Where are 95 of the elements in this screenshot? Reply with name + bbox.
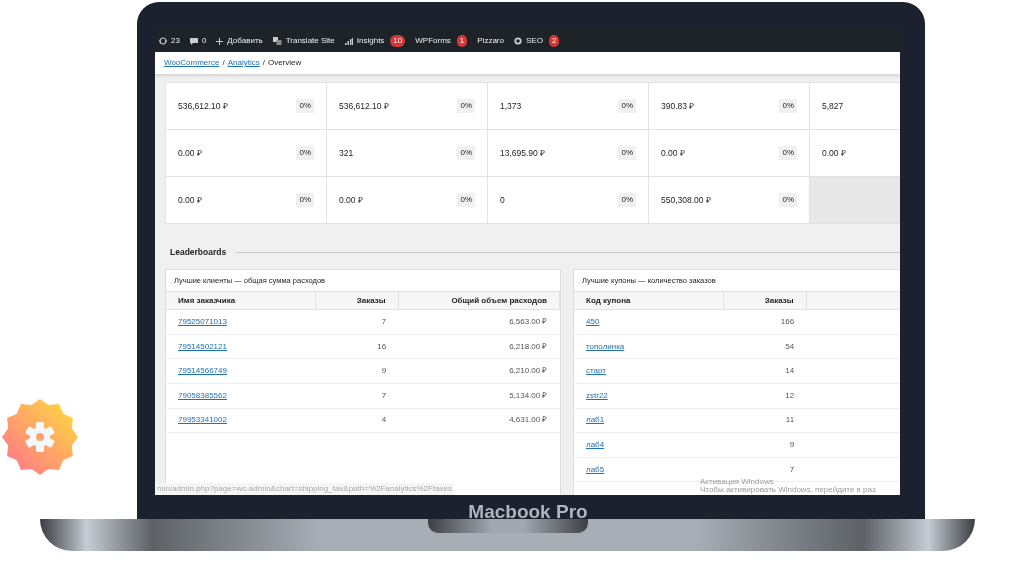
toolbar-item[interactable]: Translate Site	[272, 35, 335, 47]
stat-card[interactable]: 0.00 ₽ 0%	[166, 177, 327, 224]
stat-card[interactable]: 1,373 0%	[488, 83, 649, 130]
stat-value: 0.00 ₽	[178, 146, 202, 160]
table-cell: 6,563.00 ₽	[509, 317, 548, 327]
stat-value: 13,695.90 ₽	[500, 146, 546, 160]
stat-value: 0.00 ₽	[822, 146, 846, 160]
table-link[interactable]: zstr22	[586, 390, 608, 400]
breadcrumb-link[interactable]: WooCommerce	[164, 57, 220, 69]
table-link[interactable]: 450	[586, 317, 600, 327]
comment-icon	[189, 37, 198, 45]
table-cell: 12	[785, 390, 795, 400]
table-link[interactable]: 79525071013	[178, 317, 227, 327]
stat-value: 550,308.00 ₽	[661, 193, 711, 207]
stat-value: 536,612.10 ₽	[178, 99, 228, 113]
stat-value: 0.00 ₽	[178, 193, 202, 207]
device-label: Macbook Pro	[468, 502, 588, 521]
table-cell: 16	[377, 341, 387, 351]
table-cell: 7	[789, 464, 795, 474]
change-badge: 0%	[296, 193, 314, 207]
table-link[interactable]: лаб5	[586, 464, 605, 474]
stat-card[interactable]: 13,695.90 ₽ 0%	[488, 130, 649, 177]
table-cell: 7	[381, 317, 387, 327]
stat-value: 536,612.10 ₽	[339, 99, 389, 113]
bar-chart-icon	[344, 37, 353, 45]
stat-card[interactable]: 0.00 ₽ 0%	[166, 130, 327, 177]
stat-card[interactable]: 550,308.00 ₽ 0%	[649, 177, 810, 224]
stat-card[interactable]: 0.00 ₽ 0%	[649, 130, 810, 177]
activation-text: Чтобы активировать Windows, перейдите в раз	[700, 486, 876, 494]
toolbar-item[interactable]: Pizzaro	[477, 35, 504, 47]
table-cell: 5,134.00 ₽	[509, 390, 548, 400]
table-cell: 54	[785, 341, 795, 351]
change-badge: 0%	[618, 146, 636, 160]
table-cell: 7	[381, 390, 387, 400]
change-badge: 0%	[296, 99, 314, 113]
table-cell: 14	[785, 366, 795, 376]
stat-value: 321	[339, 146, 354, 160]
change-badge: 0%	[457, 193, 475, 207]
stat-value: 1,373	[500, 99, 522, 113]
count-badge: 2	[548, 35, 560, 47]
activation-title: Активация Windows	[700, 478, 775, 486]
toolbar-item[interactable]: WPForms 1	[415, 35, 468, 47]
table-cell: 9	[381, 366, 387, 376]
stat-card[interactable]: 0.00 ₽ 0%	[327, 177, 488, 224]
change-badge: 0%	[618, 193, 636, 207]
stat-value: 5,827	[822, 99, 844, 113]
change-badge: 0%	[296, 146, 314, 160]
toolbar-item[interactable]: 0	[189, 35, 207, 47]
stat-value: 0.00 ₽	[339, 193, 363, 207]
table-cell: 11	[785, 415, 795, 425]
stat-card[interactable]: 0 0%	[488, 177, 649, 224]
table-link[interactable]: 79058385562	[178, 390, 227, 400]
breadcrumb-text: Overview	[267, 57, 302, 69]
stat-card[interactable]: 321 0%	[327, 130, 488, 177]
table-cell: 4	[381, 415, 387, 425]
table-cell: 6,210.00 ₽	[509, 366, 548, 376]
breadcrumb-link[interactable]: Analytics	[227, 57, 260, 69]
table-link[interactable]: лаб4	[586, 440, 605, 449]
table-link[interactable]: тополинка	[586, 341, 625, 351]
stat-value: 0.00 ₽	[661, 146, 685, 160]
change-badge: 0%	[779, 193, 797, 207]
translate-icon	[272, 37, 282, 45]
table-cell: 166	[780, 317, 795, 327]
table-link[interactable]: лаб1	[586, 415, 605, 425]
toolbar-item[interactable]: Добавить	[216, 35, 263, 47]
toolbar-item[interactable]: SEO 2	[513, 35, 560, 47]
count-badge: 10	[390, 35, 406, 47]
stat-value: 0	[500, 193, 505, 207]
stat-card[interactable]: 536,612.10 ₽ 0%	[327, 83, 488, 130]
change-badge: 0%	[618, 99, 636, 113]
toolbar-item[interactable]: 23	[159, 35, 180, 47]
refresh-icon	[159, 37, 167, 45]
change-badge: 0%	[779, 99, 797, 113]
count-badge: 1	[456, 35, 468, 47]
table-cell: 6,218.00 ₽	[509, 341, 548, 351]
section-heading: Leaderboards	[170, 246, 227, 259]
status-url: min/admin.php?page=wc-admin&chart=shipping_tax&path=%2Fanalytics%2Ftaxes	[155, 483, 455, 495]
toolbar-item[interactable]: Insights 10	[344, 35, 406, 47]
stat-card[interactable]: 5,827	[810, 83, 900, 130]
breadcrumb-text: /	[222, 57, 225, 69]
stat-card[interactable]: 536,612.10 ₽ 0%	[166, 83, 327, 130]
plus-icon	[216, 37, 224, 45]
stat-value: 390.83 ₽	[661, 99, 695, 113]
stat-card[interactable]: 0.00 ₽	[810, 130, 900, 177]
change-badge: 0%	[779, 146, 797, 160]
table-cell: 9	[789, 440, 795, 449]
stat-card[interactable]: 390.83 ₽ 0%	[649, 83, 810, 130]
table-link[interactable]: 79514566749	[178, 366, 227, 376]
table-link[interactable]: 79514502121	[178, 341, 227, 351]
breadcrumb-text: /	[262, 57, 265, 69]
change-badge: 0%	[457, 99, 475, 113]
change-badge: 0%	[457, 146, 475, 160]
table-link[interactable]: старт	[586, 366, 606, 376]
table-link[interactable]: 79953341002	[178, 415, 227, 425]
table-cell: 4,631.00 ₽	[509, 415, 548, 425]
